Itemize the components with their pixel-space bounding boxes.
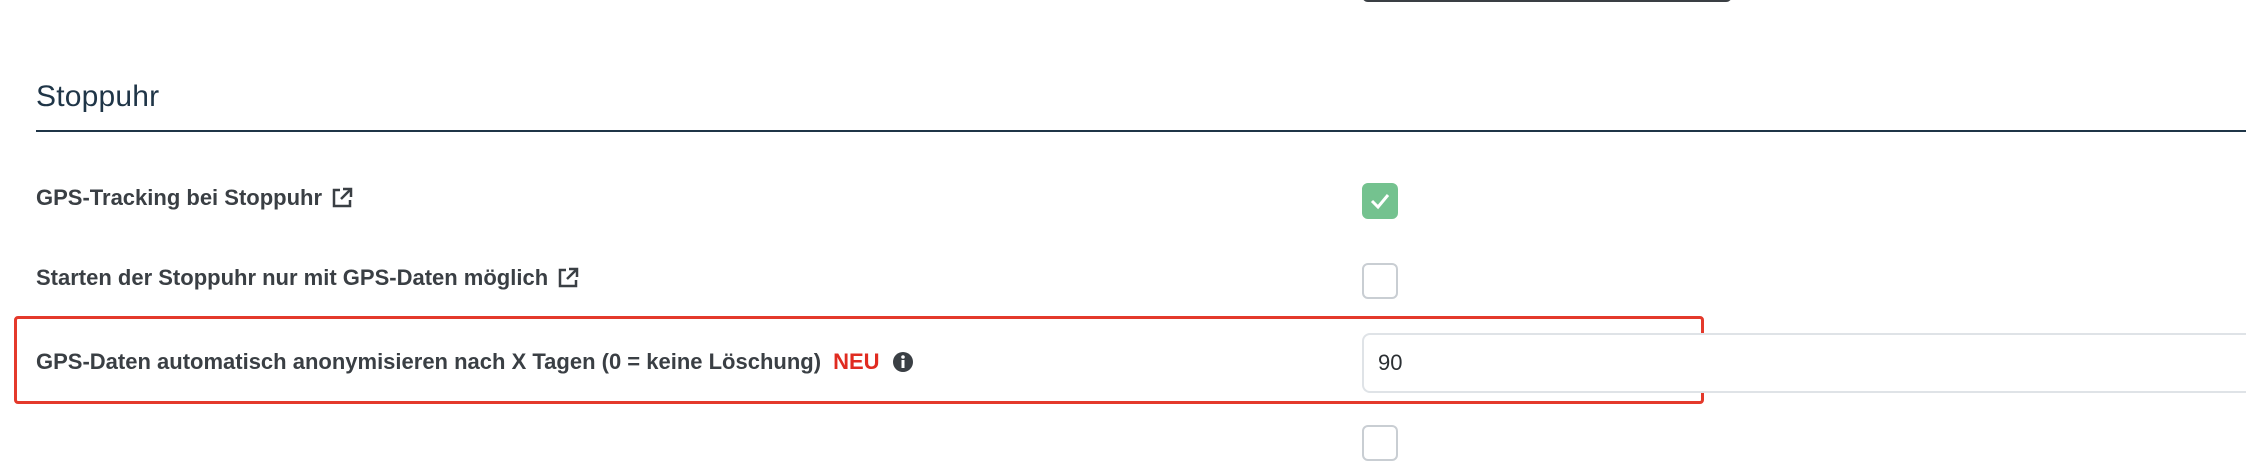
- external-link-icon[interactable]: [330, 186, 354, 210]
- external-link-icon[interactable]: [556, 266, 580, 290]
- info-icon[interactable]: [892, 351, 914, 373]
- start-with-gps-checkbox[interactable]: [1362, 263, 1398, 299]
- new-badge: NEU: [833, 349, 880, 374]
- row-gps-tracking-label: GPS-Tracking bei Stoppuhr: [36, 185, 354, 211]
- row-start-with-gps-label: Starten der Stoppuhr nur mit GPS-Daten m…: [36, 265, 580, 291]
- partial-row-checkbox[interactable]: [1362, 425, 1398, 461]
- section-title: Stoppuhr: [36, 80, 160, 113]
- gps-tracking-checkbox[interactable]: [1362, 183, 1398, 219]
- row-anonymize-gps-label: GPS-Daten automatisch anonymisieren nach…: [36, 349, 914, 375]
- row-label-text: GPS-Tracking bei Stoppuhr: [36, 185, 323, 210]
- checkmark-icon: [1370, 194, 1390, 210]
- anonymize-days-input[interactable]: [1362, 333, 2246, 393]
- section-divider: [36, 130, 2246, 132]
- row-label-text: Starten der Stoppuhr nur mit GPS-Daten m…: [36, 265, 549, 290]
- row-label-text: GPS-Daten automatisch anonymisieren nach…: [36, 349, 822, 374]
- previous-field[interactable]: [1362, 0, 1732, 2]
